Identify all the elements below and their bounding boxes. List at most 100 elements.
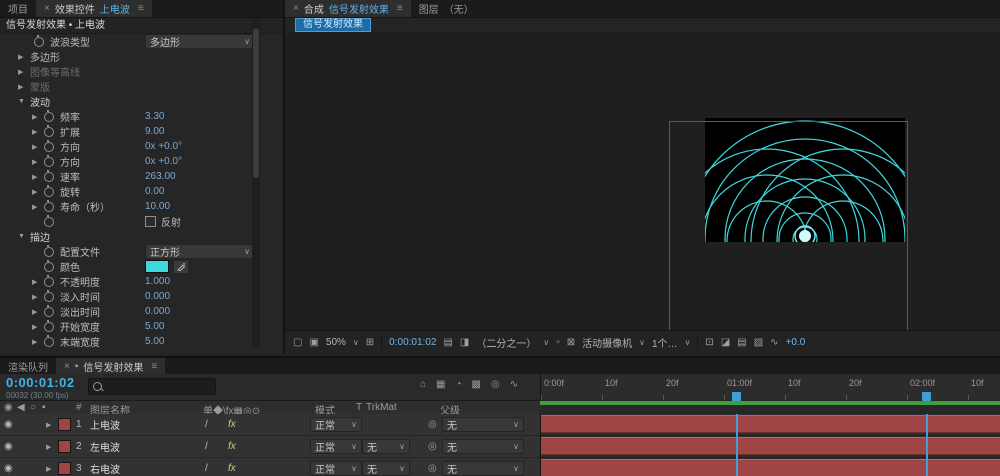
comp-navigator-item[interactable]: 信号发射效果 <box>295 18 371 32</box>
twirl-icon[interactable]: ▶ <box>32 143 42 151</box>
property-value[interactable]: 0.000 <box>145 306 170 317</box>
eye-icon[interactable]: ◉ <box>4 419 13 430</box>
twirl-icon[interactable]: ▶ <box>32 188 42 196</box>
profile-dropdown[interactable]: 正方形 ∨ <box>145 244 255 259</box>
twirl-icon[interactable]: ▶ <box>32 128 42 136</box>
property-value[interactable]: 0x +0.0° <box>145 156 182 167</box>
timeline-marker[interactable] <box>926 414 928 476</box>
twirl-icon[interactable]: ▶ <box>32 323 42 331</box>
fx-switch[interactable]: fx <box>228 441 236 452</box>
property-value[interactable]: 0.00 <box>145 186 164 197</box>
eyedropper-icon[interactable] <box>173 260 189 274</box>
property-value[interactable]: 5.00 <box>145 321 164 332</box>
property-value[interactable]: 10.00 <box>145 201 170 212</box>
layer-duration-bar[interactable] <box>541 415 1000 433</box>
reflection-checkbox[interactable] <box>145 216 156 227</box>
blend-mode-dropdown[interactable]: 正常 ∨ <box>310 417 362 432</box>
pixel-aspect-icon[interactable]: ⊡ <box>705 337 713 348</box>
twirl-icon[interactable]: ▶ <box>32 308 42 316</box>
twirl-icon[interactable]: ▼ <box>18 98 28 105</box>
stopwatch-icon[interactable] <box>44 247 54 257</box>
layer-row[interactable]: ◉ ▶ 2 左电波 / fx 正常 ∨ 无 ∨ ◎ 无 ∨ <box>0 436 540 458</box>
draft-3d-icon[interactable]: ▦ <box>436 379 445 390</box>
parent-dropdown[interactable]: 无 ∨ <box>442 461 524 476</box>
lock-column-icon[interactable]: ▪ <box>42 402 46 413</box>
stopwatch-icon[interactable] <box>44 262 54 272</box>
stopwatch-icon[interactable] <box>44 322 54 332</box>
twirl-icon[interactable]: ▶ <box>32 158 42 166</box>
frame-blend-icon[interactable]: ▩ <box>472 379 481 390</box>
twirl-icon[interactable]: ▶ <box>46 465 51 473</box>
stopwatch-icon[interactable] <box>44 292 54 302</box>
close-icon[interactable]: × <box>64 361 70 372</box>
snapshot-icon[interactable]: ▤ <box>443 337 452 348</box>
blend-mode-dropdown[interactable]: 正常 ∨ <box>310 439 362 454</box>
stopwatch-icon[interactable] <box>44 202 54 212</box>
composition-viewer[interactable] <box>285 32 1000 331</box>
layer-row[interactable]: ◉ ▶ 1 上电波 / fx 正常 ∨ ◎ 无 ∨ <box>0 414 540 436</box>
stopwatch-icon[interactable] <box>44 172 54 182</box>
blend-mode-dropdown[interactable]: 正常 ∨ <box>310 461 362 476</box>
channels-icon[interactable]: ◨ <box>460 337 469 348</box>
eye-column-icon[interactable]: ◉ <box>4 402 13 413</box>
parent-dropdown[interactable]: 无 ∨ <box>442 417 524 432</box>
panel-menu-icon[interactable]: ≡ <box>397 3 403 14</box>
work-area-strip[interactable] <box>540 400 1000 415</box>
parent-pickwhip-icon[interactable]: ◎ <box>428 441 437 452</box>
tab-composition[interactable]: × 合成 信号发射效果 ≡ <box>285 0 411 17</box>
eye-icon[interactable]: ◉ <box>4 441 13 452</box>
stopwatch-icon[interactable] <box>44 187 54 197</box>
timeline-marker-handle[interactable] <box>922 392 931 401</box>
wave-type-dropdown[interactable]: 多边形 ∨ <box>145 34 255 49</box>
stopwatch-icon[interactable] <box>44 277 54 287</box>
twirl-icon[interactable]: ▶ <box>32 278 42 286</box>
roi-icon[interactable]: ▫ <box>556 337 560 348</box>
stopwatch-icon[interactable] <box>44 142 54 152</box>
monitor-icon[interactable]: ▢ <box>293 337 302 348</box>
layer-color-swatch[interactable] <box>58 462 71 475</box>
mini-timeline-icon[interactable]: ▤ <box>737 337 746 348</box>
twirl-icon[interactable]: ▼ <box>18 233 28 240</box>
layer-duration-bar[interactable] <box>541 459 1000 476</box>
motion-blur-icon[interactable]: ◎ <box>491 379 500 390</box>
comp-flowchart-icon[interactable]: ⌂ <box>420 379 426 390</box>
quality-switch[interactable]: / <box>205 463 208 474</box>
close-icon[interactable]: × <box>44 3 50 14</box>
tab-project[interactable]: 项目 <box>0 0 36 17</box>
work-area-bar[interactable] <box>540 401 1000 405</box>
twirl-icon[interactable]: ▶ <box>18 53 28 61</box>
screen-icon[interactable]: ▣ <box>309 337 318 348</box>
tab-layer[interactable]: 图层 （无） <box>411 0 482 17</box>
layer-duration-bar[interactable] <box>541 437 1000 455</box>
transparency-grid-icon[interactable]: ⊠ <box>567 337 575 348</box>
stopwatch-icon[interactable] <box>44 337 54 347</box>
property-value[interactable]: 9.00 <box>145 126 164 137</box>
time-ruler[interactable]: 0:00f 10f 20f 01:00f 10f 20f 02:00f 10f <box>540 374 1000 401</box>
stopwatch-icon[interactable] <box>44 217 54 227</box>
layer-row[interactable]: ◉ ▶ 3 右电波 / fx 正常 ∨ 无 ∨ ◎ 无 ∨ <box>0 458 540 476</box>
stopwatch-icon[interactable] <box>44 112 54 122</box>
current-time-indicator[interactable] <box>736 414 738 476</box>
layer-name[interactable]: 上电波 <box>90 417 120 432</box>
twirl-icon[interactable]: ▶ <box>32 293 42 301</box>
property-value[interactable]: 0.000 <box>145 291 170 302</box>
tab-render-queue[interactable]: 渲染队列 <box>0 358 56 374</box>
solo-column-icon[interactable]: ○ <box>30 402 36 413</box>
zoom-dropdown[interactable]: 50% <box>326 337 346 348</box>
current-time-indicator-handle[interactable] <box>732 392 741 401</box>
tab-effect-controls[interactable]: × 效果控件 上电波 ≡ <box>36 0 152 17</box>
grid-guides-icon[interactable]: ⊞ <box>366 337 374 348</box>
layer-color-swatch[interactable] <box>58 440 71 453</box>
eye-icon[interactable]: ◉ <box>4 463 13 474</box>
twirl-icon[interactable]: ▶ <box>46 443 51 451</box>
property-value[interactable]: 0x +0.0° <box>145 141 182 152</box>
exposure-value[interactable]: +0.0 <box>786 337 806 348</box>
trkmat-column-header[interactable]: TrkMat <box>366 402 397 413</box>
search-input[interactable] <box>106 381 211 393</box>
panel-menu-icon[interactable]: ≡ <box>138 3 144 14</box>
property-value[interactable]: 263.00 <box>145 171 176 182</box>
layer-name[interactable]: 右电波 <box>90 461 120 476</box>
exposure-gauge-icon[interactable]: ∿ <box>770 337 778 348</box>
twirl-icon[interactable]: ▶ <box>18 83 28 91</box>
stopwatch-icon[interactable] <box>44 307 54 317</box>
